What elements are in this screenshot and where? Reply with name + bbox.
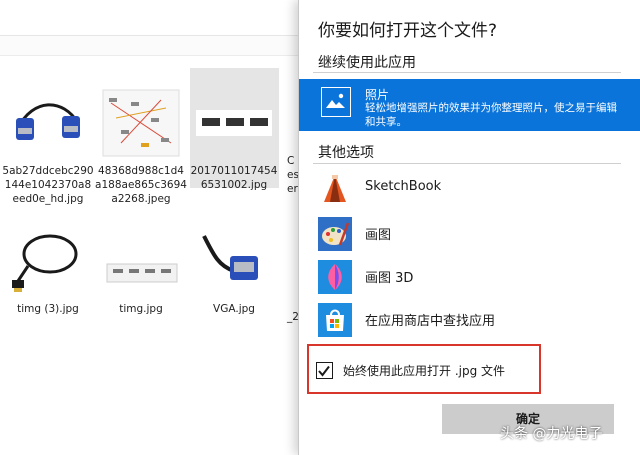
- current-app-description: 轻松地增强照片的效果并为你整理照片，使之易于编辑和共享。: [365, 102, 617, 128]
- connector-strip-thumbnail: [101, 226, 181, 296]
- file-item[interactable]: VGA.jpg: [186, 226, 282, 316]
- always-use-label: 始终使用此应用打开 .jpg 文件: [343, 364, 506, 378]
- file-name: 20170110174546531002.jpg: [190, 165, 278, 191]
- app-option-paint[interactable]: 画图: [299, 214, 640, 252]
- app-option-label: SketchBook: [365, 179, 442, 194]
- app-option-label: 画图: [365, 228, 392, 243]
- dialog-title: 你要如何打开这个文件?: [318, 21, 498, 41]
- sketchbook-icon: [318, 172, 352, 206]
- store-icon: [318, 303, 352, 337]
- photos-icon: [321, 87, 351, 117]
- vga-cable-thumbnail: [8, 88, 88, 158]
- hdmi-cable-thumbnail: [8, 226, 88, 296]
- watermark: 头条 @力光电子: [500, 426, 603, 442]
- current-app-option[interactable]: 照片 轻松地增强照片的效果并为你整理照片，使之易于编辑和共享。: [299, 79, 640, 131]
- connectors-thumbnail: [194, 88, 274, 158]
- file-item[interactable]: 48368d988c1d4a188ae865c3694a2268.jpeg: [93, 88, 189, 206]
- always-use-checkbox[interactable]: [316, 362, 333, 379]
- continue-section-heading: 继续使用此应用: [318, 55, 416, 71]
- file-item[interactable]: timg (3).jpg: [0, 226, 96, 316]
- app-option-store[interactable]: 在应用商店中查找应用: [299, 300, 640, 338]
- file-item-selected[interactable]: 20170110174546531002.jpg: [186, 68, 282, 192]
- app-option-label: 画图 3D: [365, 271, 414, 286]
- file-item[interactable]: 5ab27ddcebc290144e1042370a8eed0e_hd.jpg: [0, 88, 96, 206]
- checkmark-icon: [318, 365, 330, 377]
- other-options-heading: 其他选项: [318, 145, 374, 161]
- paint-icon: [318, 217, 352, 251]
- app-option-sketchbook[interactable]: SketchBook: [299, 169, 640, 207]
- open-with-dialog: 你要如何打开这个文件? 继续使用此应用 照片 轻松地增强照片的效果并为你整理照片…: [298, 0, 640, 455]
- vga-cable-thumbnail: [194, 226, 274, 296]
- diagram-thumbnail: [101, 88, 181, 158]
- file-name: timg (3).jpg: [17, 303, 79, 315]
- app-option-paint3d[interactable]: 画图 3D: [299, 257, 640, 295]
- divider: [313, 72, 621, 73]
- file-name: 5ab27ddcebc290144e1042370a8eed0e_hd.jpg: [2, 165, 94, 205]
- file-name: 48368d988c1d4a188ae865c3694a2268.jpeg: [95, 165, 187, 205]
- divider: [313, 163, 621, 164]
- paint3d-icon: [318, 260, 352, 294]
- file-name: VGA.jpg: [213, 303, 255, 315]
- app-option-label: 在应用商店中查找应用: [365, 314, 496, 329]
- file-item[interactable]: timg.jpg: [93, 226, 189, 316]
- file-name: timg.jpg: [119, 303, 163, 315]
